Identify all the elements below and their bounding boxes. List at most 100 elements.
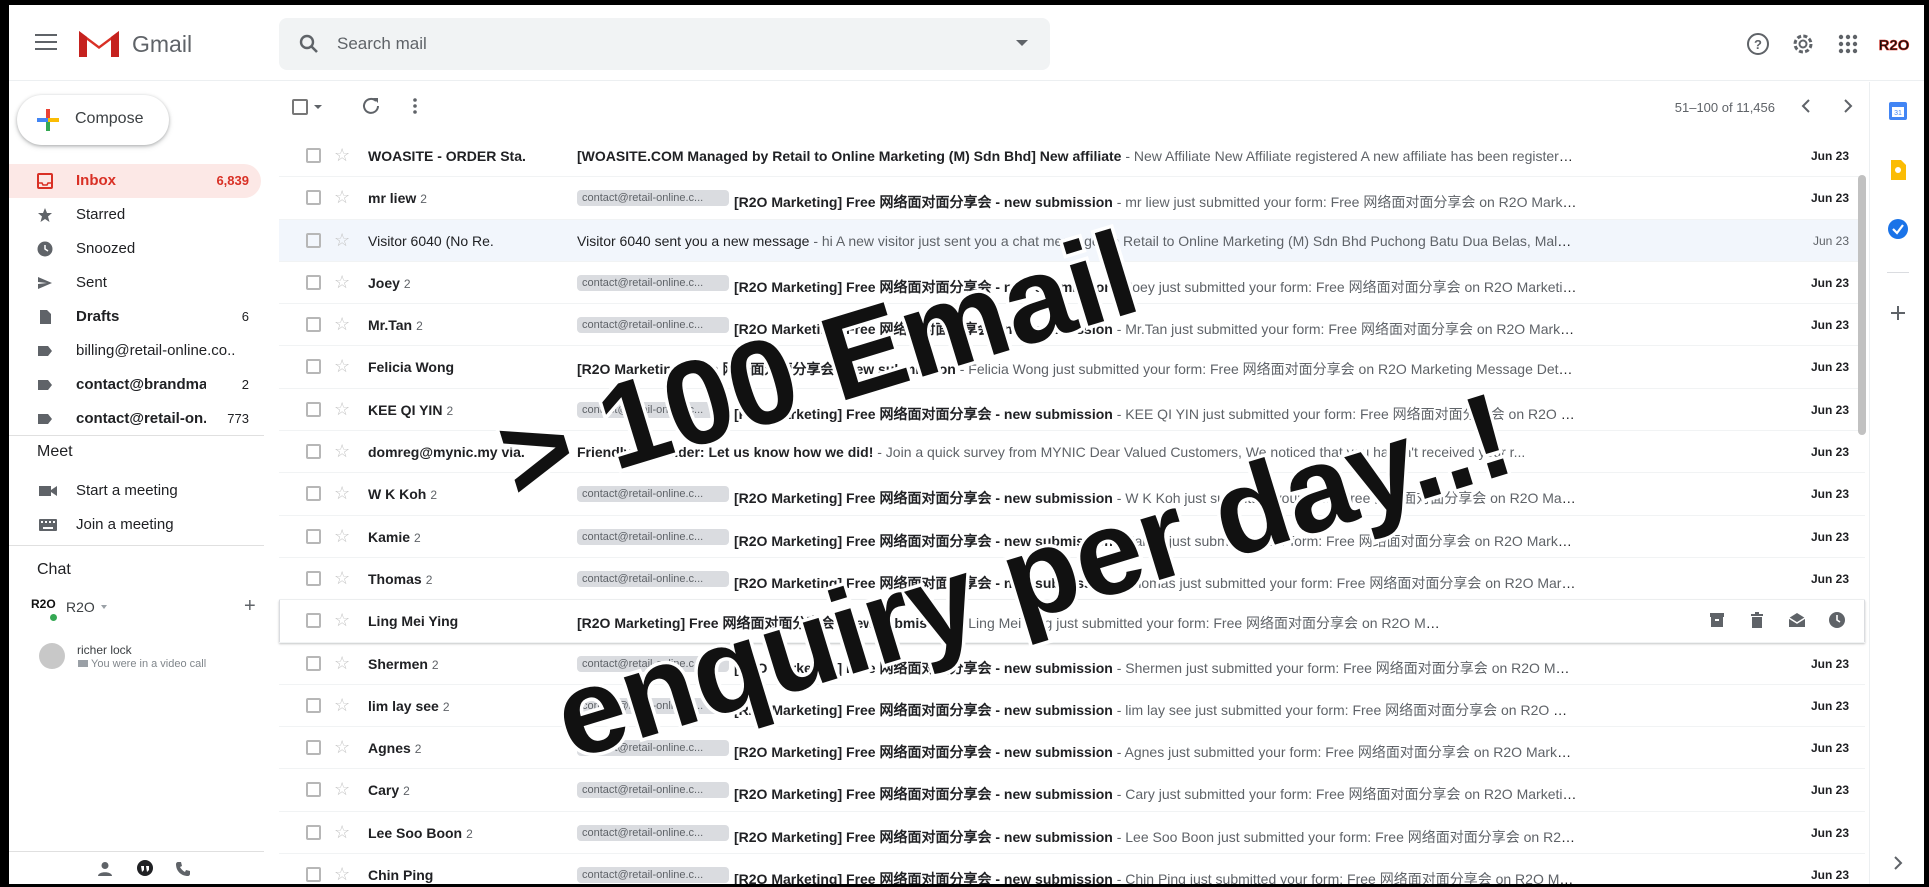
star-toggle-icon[interactable]: ☆ [334, 779, 350, 799]
account-avatar[interactable]: R2O [1875, 29, 1913, 59]
search-icon[interactable] [297, 32, 321, 56]
label-chip[interactable]: contact@retail-online.c... [577, 824, 729, 841]
email-row[interactable]: ☆ Ling Mei Ying [R2O Marketing] Free 网络面对面… [279, 600, 1865, 643]
email-row[interactable]: ☆ Thomas 2 contact@retail-online.c... [R2O M… [279, 558, 1865, 601]
sidebar-item-label-brandmak[interactable]: contact@brandmak... 2 [9, 368, 261, 402]
star-toggle-icon[interactable]: ☆ [334, 145, 350, 165]
keep-icon[interactable] [1887, 159, 1909, 181]
sidebar-item-starred[interactable]: Starred [9, 198, 261, 232]
settings-gear-icon[interactable] [1790, 31, 1816, 57]
email-row[interactable]: ☆ Felicia Wong [R2O Marketing] Free 网络面对面分… [279, 346, 1865, 389]
email-row[interactable]: ☆ Shermen 2 contact@retail-online.c... [R2O … [279, 643, 1865, 685]
star-toggle-icon[interactable]: ☆ [334, 610, 350, 630]
help-icon[interactable]: ? [1745, 31, 1771, 57]
star-toggle-icon[interactable]: ☆ [334, 399, 350, 419]
label-chip[interactable]: contact@retail-online.c... [577, 190, 729, 207]
label-chip[interactable]: contact@retail-online.c... [577, 570, 729, 587]
star-toggle-icon[interactable]: ☆ [334, 653, 350, 673]
email-row[interactable]: ☆ Lee Soo Boon 2 contact@retail-online.c...… [279, 812, 1865, 855]
star-toggle-icon[interactable]: ☆ [334, 737, 350, 757]
email-row[interactable]: ☆ KEE QI YIN 2 contact@retail-online.c... [R… [279, 389, 1865, 432]
star-toggle-icon[interactable]: ☆ [334, 695, 350, 715]
row-checkbox[interactable] [306, 824, 321, 840]
add-addon-plus-icon[interactable] [1887, 302, 1909, 324]
row-checkbox[interactable] [306, 528, 321, 544]
sidebar-item-label-contact[interactable]: contact@retail-on... 773 [9, 402, 261, 436]
label-chip[interactable]: contact@retail-online.c... [577, 655, 729, 672]
row-checkbox[interactable] [306, 274, 321, 290]
email-row[interactable]: ☆ mr liew 2 contact@retail-online.c... [R2O … [279, 177, 1865, 220]
snooze-clock-icon[interactable] [1827, 610, 1847, 630]
sidebar-item-label-billing[interactable]: billing@retail-online.co... [9, 334, 261, 368]
label-chip[interactable]: contact@retail-online.c... [577, 867, 729, 884]
row-checkbox[interactable] [306, 613, 321, 629]
email-row[interactable]: ☆ Chin Ping contact@retail-online.c... [R2O… [279, 854, 1865, 884]
email-row[interactable]: ☆ Cary 2 contact@retail-online.c... [R2O Mar… [279, 769, 1865, 812]
new-chat-plus-icon[interactable]: + [244, 595, 256, 618]
chat-status-dropdown-icon[interactable] [101, 605, 107, 609]
email-row[interactable]: ☆ W K Koh 2 contact@retail-online.c... [R2O … [279, 473, 1865, 516]
star-toggle-icon[interactable]: ☆ [334, 441, 350, 461]
sidebar-item-sent[interactable]: Sent [9, 266, 261, 300]
search-bar[interactable] [279, 18, 1050, 70]
archive-icon[interactable] [1707, 610, 1727, 630]
gmail-logo[interactable] [77, 27, 121, 59]
star-toggle-icon[interactable]: ☆ [334, 526, 350, 546]
label-chip[interactable]: contact@retail-online.c... [577, 317, 729, 334]
row-checkbox[interactable] [306, 190, 321, 206]
tasks-icon[interactable] [1887, 218, 1909, 240]
row-checkbox[interactable] [306, 401, 321, 417]
row-checkbox[interactable] [306, 486, 321, 502]
hangouts-icon[interactable] [135, 859, 155, 879]
select-all-checkbox[interactable] [292, 99, 308, 115]
row-checkbox[interactable] [306, 782, 321, 798]
chevron-right-icon[interactable] [1841, 98, 1855, 114]
start-meeting-item[interactable]: Start a meeting [9, 474, 261, 508]
email-row[interactable]: ☆ Agnes 2 contact@retail-online.c... [R2O Ma… [279, 727, 1865, 770]
email-row[interactable]: ☆ domreg@mynic.my via. Friendly Reminder: … [279, 431, 1865, 474]
row-checkbox[interactable] [306, 740, 321, 756]
email-row[interactable]: ☆ Visitor 6040 (No Re. Visitor 6040 sent y… [279, 219, 1865, 262]
label-chip[interactable]: contact@retail-online.c... [577, 528, 729, 545]
phone-icon[interactable] [175, 861, 191, 877]
label-chip[interactable]: contact@retail-online.c... [577, 486, 729, 503]
sidebar-item-inbox[interactable]: Inbox 6,839 [9, 164, 261, 198]
star-toggle-icon[interactable]: ☆ [334, 568, 350, 588]
email-row[interactable]: ☆ Mr.Tan 2 contact@retail-online.c... [R2O M… [279, 304, 1865, 347]
chat-contact-item[interactable]: richer lock You were in a video call [31, 637, 266, 677]
chevron-left-icon[interactable] [1799, 98, 1813, 114]
email-row[interactable]: ☆ Joey 2 contact@retail-online.c... [R2O Mar… [279, 262, 1865, 305]
list-scrollbar[interactable] [1858, 175, 1866, 435]
star-toggle-icon[interactable]: ☆ [334, 822, 350, 842]
join-meeting-item[interactable]: Join a meeting [9, 508, 261, 542]
search-input[interactable] [337, 18, 987, 70]
sidebar-item-snoozed[interactable]: Snoozed [9, 232, 261, 266]
row-checkbox[interactable] [306, 148, 321, 163]
label-chip[interactable]: contact@retail-online.c... [577, 697, 729, 714]
star-toggle-icon[interactable]: ☆ [334, 483, 350, 503]
person-icon[interactable] [97, 861, 113, 877]
label-chip[interactable]: contact@retail-online.c... [577, 274, 729, 291]
expand-panel-chevron-icon[interactable] [1887, 852, 1909, 874]
email-row[interactable]: ☆ WOASITE - ORDER Sta. [WOASITE.COM Manage… [279, 135, 1865, 178]
row-checkbox[interactable] [306, 317, 321, 333]
refresh-icon[interactable] [361, 96, 381, 116]
chat-current-user[interactable]: R2O R2O + [31, 595, 266, 625]
star-toggle-icon[interactable]: ☆ [334, 356, 350, 376]
row-checkbox[interactable] [306, 570, 321, 586]
apps-grid-icon[interactable] [1835, 31, 1861, 57]
row-checkbox[interactable] [306, 359, 321, 375]
star-toggle-icon[interactable]: ☆ [334, 230, 350, 250]
star-toggle-icon[interactable]: ☆ [334, 272, 350, 292]
calendar-icon[interactable]: 31 [1887, 100, 1909, 122]
row-checkbox[interactable] [306, 232, 321, 248]
sidebar-item-drafts[interactable]: Drafts 6 [9, 300, 261, 334]
row-checkbox[interactable] [306, 867, 321, 883]
email-row[interactable]: ☆ lim lay see 2 contact@retail-online.c... [… [279, 685, 1865, 728]
star-toggle-icon[interactable]: ☆ [334, 187, 350, 207]
row-checkbox[interactable] [306, 697, 321, 713]
select-options-dropdown-icon[interactable] [314, 105, 322, 109]
label-chip[interactable]: contact@retail-online.c... [577, 401, 729, 418]
label-chip[interactable]: contact@retail-online.c... [577, 740, 729, 757]
more-options-icon[interactable] [411, 96, 419, 116]
